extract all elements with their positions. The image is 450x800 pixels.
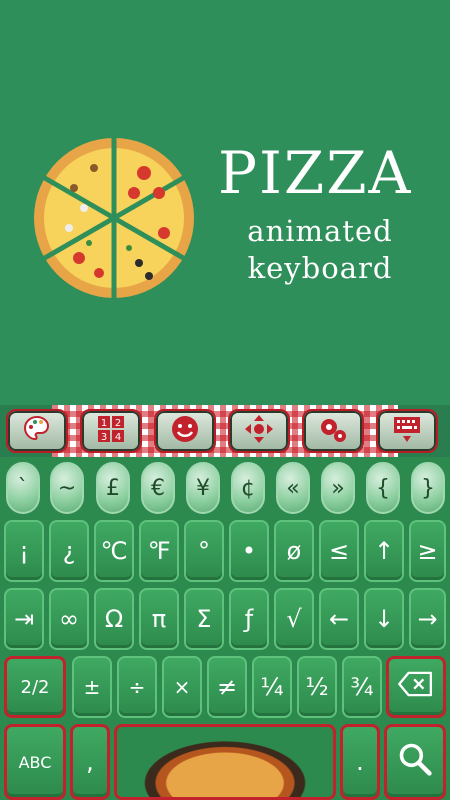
key-euro[interactable]: € xyxy=(141,462,175,514)
key-sigma[interactable]: Σ xyxy=(184,588,224,650)
period-key[interactable]: . xyxy=(340,724,380,800)
key-infinity[interactable]: ∞ xyxy=(49,588,89,650)
page-toggle-key[interactable]: 2/2 xyxy=(4,656,66,718)
key-tilde[interactable]: ~ xyxy=(50,462,84,514)
smiley-icon xyxy=(169,413,201,449)
key-not-equal[interactable]: ≠ xyxy=(207,656,247,718)
settings-gears-icon xyxy=(317,413,349,449)
search-key[interactable] xyxy=(384,724,446,800)
key-pound[interactable]: £ xyxy=(96,462,130,514)
key-fahrenheit[interactable]: ℉ xyxy=(139,520,179,582)
svg-text:1: 1 xyxy=(101,418,107,429)
emoji-button[interactable] xyxy=(154,409,216,453)
key-tab-arrow[interactable]: ⇥ xyxy=(4,588,44,650)
abc-key[interactable]: ABC xyxy=(4,724,66,800)
key-inverted-exclamation[interactable]: ¡ xyxy=(4,520,44,582)
move-arrows-icon xyxy=(243,413,275,449)
key-cent[interactable]: ¢ xyxy=(231,462,265,514)
theme-button[interactable] xyxy=(6,409,68,453)
hide-keyboard-button[interactable] xyxy=(376,409,438,453)
key-right-guillemet[interactable]: » xyxy=(321,462,355,514)
key-right-arrow[interactable]: → xyxy=(409,588,446,650)
key-florin[interactable]: ƒ xyxy=(229,588,269,650)
key-one-half[interactable]: ½ xyxy=(297,656,337,718)
svg-text:4: 4 xyxy=(115,432,121,443)
key-pi[interactable]: π xyxy=(139,588,179,650)
svg-text:3: 3 xyxy=(101,432,107,443)
key-inverted-question[interactable]: ¿ xyxy=(49,520,89,582)
key-sqrt[interactable]: √ xyxy=(274,588,314,650)
key-bullet[interactable]: • xyxy=(229,520,269,582)
key-multiply[interactable]: × xyxy=(162,656,202,718)
key-up-arrow[interactable]: ↑ xyxy=(364,520,404,582)
key-three-quarters[interactable]: ¾ xyxy=(342,656,382,718)
move-button[interactable] xyxy=(228,409,290,453)
subtitle-line1: animated xyxy=(247,214,393,248)
key-one-quarter[interactable]: ¼ xyxy=(252,656,292,718)
comma-key[interactable]: , xyxy=(70,724,110,800)
key-left-brace[interactable]: { xyxy=(366,462,400,514)
subtitle-line2: keyboard xyxy=(247,251,393,285)
key-greater-equal[interactable]: ≥ xyxy=(409,520,446,582)
svg-text:2: 2 xyxy=(115,418,121,429)
key-o-slash[interactable]: ø xyxy=(274,520,314,582)
key-down-arrow[interactable]: ↓ xyxy=(364,588,404,650)
key-celsius[interactable]: ℃ xyxy=(94,520,134,582)
backspace-icon xyxy=(397,671,435,703)
palette-icon xyxy=(21,413,53,449)
settings-button[interactable] xyxy=(302,409,364,453)
search-icon xyxy=(397,741,433,783)
key-plus-minus[interactable]: ± xyxy=(72,656,112,718)
keyboard-hide-icon xyxy=(391,413,423,449)
backspace-key[interactable] xyxy=(386,656,446,718)
number-pad-button[interactable]: 1234 xyxy=(80,409,142,453)
key-divide[interactable]: ÷ xyxy=(117,656,157,718)
key-backtick[interactable]: ` xyxy=(6,462,40,514)
key-yen[interactable]: ¥ xyxy=(186,462,220,514)
key-less-equal[interactable]: ≤ xyxy=(319,520,359,582)
promo-banner: PIZZA animated keyboard xyxy=(0,0,450,405)
app-title: PIZZA xyxy=(218,139,413,207)
number-pad-icon: 1234 xyxy=(95,413,127,449)
pizza-illustration xyxy=(28,132,200,304)
key-left-arrow[interactable]: ← xyxy=(319,588,359,650)
space-key[interactable] xyxy=(114,724,336,800)
key-left-guillemet[interactable]: « xyxy=(276,462,310,514)
key-degree[interactable]: ° xyxy=(184,520,224,582)
key-right-brace[interactable]: } xyxy=(411,462,445,514)
key-omega[interactable]: Ω xyxy=(94,588,134,650)
